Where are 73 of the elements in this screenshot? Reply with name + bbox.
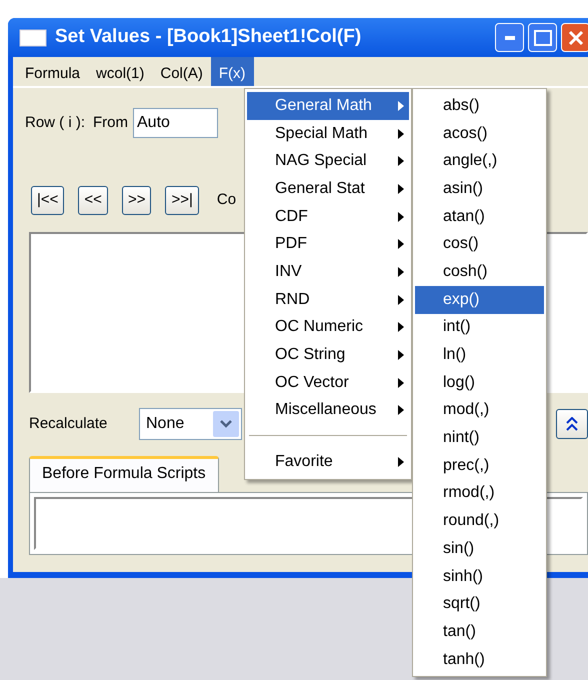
menu-item[interactable]: wcol(1) bbox=[88, 57, 152, 86]
submenu-arrow-icon bbox=[398, 378, 404, 388]
menu-item[interactable]: angle(,) bbox=[415, 147, 544, 176]
menu-item[interactable]: PDF bbox=[247, 230, 409, 258]
nav-button[interactable]: << bbox=[78, 186, 108, 215]
double-chevron-up-icon bbox=[566, 417, 578, 431]
menu-item[interactable]: Col(A) bbox=[152, 57, 211, 86]
menu-item[interactable]: Miscellaneous bbox=[247, 396, 409, 424]
recalculate-dropdown[interactable]: None bbox=[139, 408, 242, 440]
from-label: From bbox=[93, 112, 128, 133]
close-button[interactable] bbox=[561, 23, 588, 52]
submenu-arrow-icon bbox=[398, 100, 404, 111]
row-label: Row ( i ): bbox=[25, 112, 85, 133]
menu-item[interactable]: cos() bbox=[415, 230, 544, 258]
menu-item[interactable]: Formula bbox=[17, 57, 88, 86]
menu-item[interactable]: OC Numeric bbox=[247, 314, 409, 342]
menu-item[interactable]: asin() bbox=[415, 175, 544, 203]
collapse-button[interactable] bbox=[556, 409, 588, 439]
menu-item[interactable]: log() bbox=[415, 368, 544, 397]
submenu-arrow-icon bbox=[398, 156, 404, 166]
menu-item[interactable]: RND bbox=[247, 286, 409, 314]
menu-item[interactable]: General Stat bbox=[247, 175, 409, 203]
window-title: Set Values - [Book1]Sheet1!Col(F) bbox=[55, 25, 362, 50]
nav-button[interactable]: >> bbox=[122, 186, 152, 215]
menu-item[interactable]: ln() bbox=[415, 341, 544, 369]
menu-item[interactable]: atan() bbox=[415, 202, 544, 230]
menu-item[interactable]: INV bbox=[247, 258, 409, 286]
menu-item[interactable]: mod(,) bbox=[415, 396, 544, 424]
menu-item[interactable]: OC Vector bbox=[247, 368, 409, 397]
menu-item[interactable]: exp() bbox=[415, 286, 544, 314]
menu-item[interactable]: sinh() bbox=[415, 562, 544, 590]
submenu-arrow-icon bbox=[398, 128, 404, 139]
caret-icon bbox=[220, 420, 232, 428]
menu-item[interactable]: tanh() bbox=[415, 646, 544, 674]
window-icon bbox=[19, 28, 47, 46]
menu-item[interactable]: sin() bbox=[415, 535, 544, 563]
menu-item[interactable]: nint() bbox=[415, 424, 544, 452]
nav-button[interactable]: |<< bbox=[31, 186, 64, 215]
maximize-button[interactable] bbox=[528, 23, 557, 52]
maximize-icon bbox=[534, 30, 552, 46]
submenu-arrow-icon bbox=[398, 239, 404, 250]
menu-item[interactable]: round(,) bbox=[415, 507, 544, 535]
nav-button[interactable]: >>| bbox=[165, 186, 199, 215]
submenu-arrow-icon bbox=[398, 294, 404, 305]
close-icon bbox=[568, 30, 584, 46]
menu-item[interactable]: prec(,) bbox=[415, 452, 544, 480]
menu-item[interactable]: int() bbox=[415, 314, 544, 342]
from-field[interactable]: Auto bbox=[133, 108, 218, 138]
menu-item[interactable]: rmod(,) bbox=[415, 480, 544, 508]
minimize-icon bbox=[504, 36, 514, 40]
menu-item[interactable]: General Math bbox=[247, 92, 409, 120]
recalculate-label: Recalculate bbox=[29, 414, 108, 434]
menu-item[interactable]: Special Math bbox=[247, 120, 409, 148]
menu-item[interactable]: NAG Special bbox=[247, 147, 409, 176]
menu-item[interactable]: Favorite bbox=[247, 448, 409, 476]
submenu-arrow-icon bbox=[398, 405, 404, 416]
submenu-arrow-icon bbox=[398, 184, 404, 194]
submenu-arrow-icon bbox=[398, 322, 404, 332]
submenu-arrow-icon bbox=[398, 266, 404, 277]
submenu-arrow-icon bbox=[398, 350, 404, 360]
tab[interactable]: Before Formula Scripts bbox=[29, 456, 219, 492]
submenu-arrow-icon bbox=[398, 212, 404, 222]
menu-item[interactable]: acos() bbox=[415, 120, 544, 148]
column-label: Co bbox=[216, 190, 236, 210]
menu-item[interactable]: sqrt() bbox=[415, 590, 544, 618]
menu-item[interactable]: cosh() bbox=[415, 258, 544, 286]
menu-item[interactable]: abs() bbox=[415, 92, 544, 120]
menu-item[interactable]: F(x) bbox=[210, 57, 254, 86]
menu-item[interactable]: tan() bbox=[415, 618, 544, 646]
minimize-button[interactable] bbox=[495, 23, 524, 52]
menu-item[interactable]: OC String bbox=[247, 341, 409, 369]
menu-item[interactable]: CDF bbox=[247, 202, 409, 230]
submenu-arrow-icon bbox=[398, 457, 404, 468]
